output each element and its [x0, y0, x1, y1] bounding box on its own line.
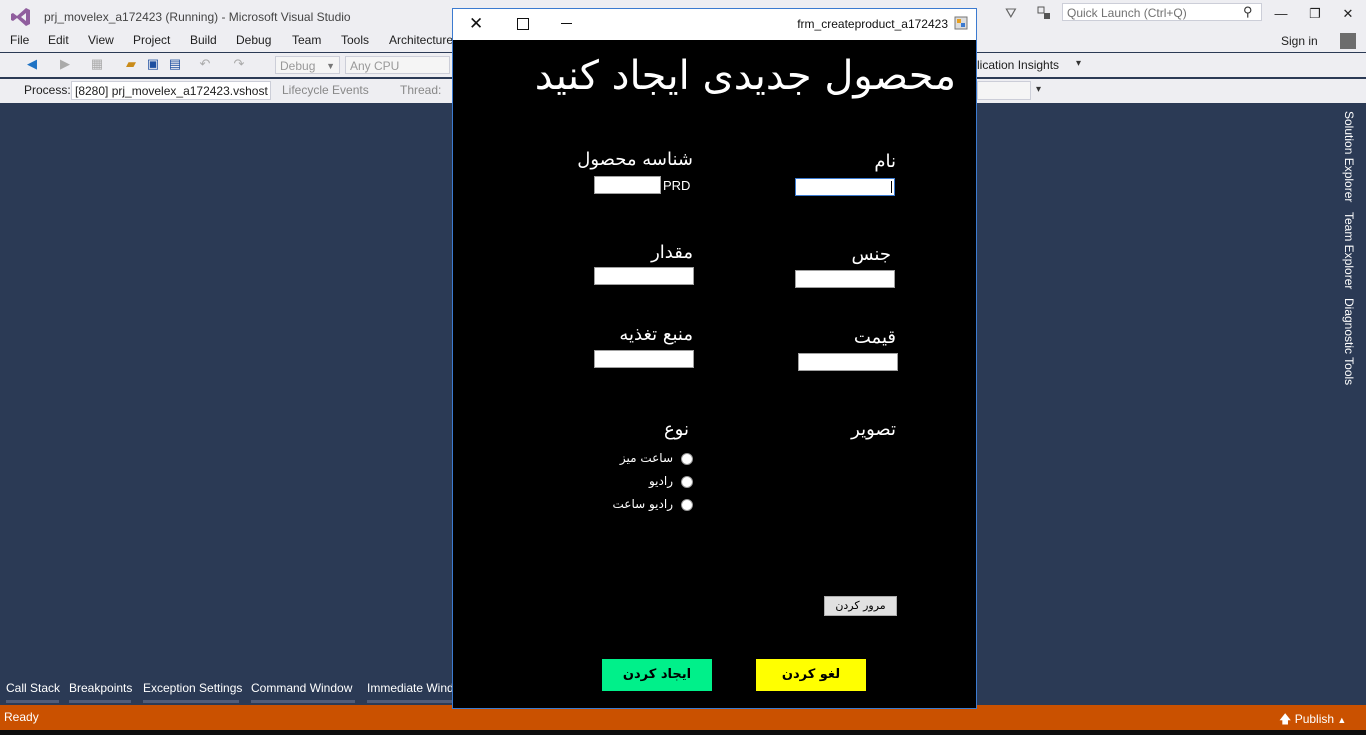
window-title: prj_movelex_a172423 (Running) - Microsof…	[44, 10, 351, 24]
radio-label: رادیو ساعت	[612, 497, 673, 511]
name-label: نام	[874, 151, 896, 172]
tab-underline	[367, 700, 457, 703]
image-label: تصویر	[851, 419, 896, 440]
caret-up-icon: ▲	[1337, 715, 1347, 725]
radio-label: ساعت میز	[619, 451, 673, 465]
tab-exception-settings[interactable]: Exception Settings	[143, 681, 242, 695]
sign-in-link[interactable]: Sign in	[1281, 34, 1318, 48]
process-label: Process:	[24, 83, 71, 97]
minimize-window-icon[interactable]: —	[1269, 6, 1293, 21]
menu-architecture[interactable]: Architecture	[389, 33, 453, 47]
tab-underline	[6, 700, 59, 703]
publish-label: Publish	[1294, 712, 1335, 726]
application-insights-button[interactable]: lication Insights	[977, 58, 1059, 72]
product-id-input[interactable]	[594, 176, 661, 194]
price-label: قیمت	[853, 327, 896, 348]
tab-underline	[69, 700, 131, 703]
radio-button[interactable]	[681, 499, 693, 511]
taskbar-strip	[0, 730, 1366, 735]
open-file-icon[interactable]: ▰	[124, 57, 138, 71]
text-caret	[891, 181, 892, 193]
quantity-input[interactable]	[594, 267, 694, 285]
save-all-icon[interactable]: ▤	[168, 57, 182, 71]
maximize-icon[interactable]	[517, 18, 529, 30]
tab-underline	[251, 700, 355, 703]
solution-platform-select[interactable]: Any CPU	[345, 56, 450, 74]
create-button[interactable]: ایجاد کردن	[602, 659, 712, 691]
menu-team[interactable]: Team	[292, 33, 321, 47]
thread-label: Thread:	[400, 83, 442, 97]
radio-button[interactable]	[681, 476, 693, 488]
tab-underline	[143, 700, 239, 703]
tab-command-window[interactable]: Command Window	[251, 681, 352, 695]
arrow-up-icon: 🡅	[1279, 712, 1292, 726]
tab-immediate-window[interactable]: Immediate Wind	[367, 681, 454, 695]
menu-tools[interactable]: Tools	[341, 33, 369, 47]
toolbar-overflow-icon[interactable]: ▾	[1036, 84, 1041, 95]
radio-button[interactable]	[681, 453, 693, 465]
radio-clock-radio[interactable]: رادیو ساعت	[603, 497, 693, 513]
menu-project[interactable]: Project	[133, 33, 170, 47]
stack-frame-select[interactable]	[977, 81, 1031, 100]
platform-value: Any CPU	[350, 59, 400, 73]
tab-diagnostic-tools[interactable]: Diagnostic Tools	[1342, 298, 1356, 385]
product-id-label: شناسه محصول	[577, 149, 693, 170]
new-project-icon[interactable]: ▦	[90, 57, 104, 71]
navigate-back-icon[interactable]: ◀	[25, 57, 39, 71]
product-id-prefix: PRD	[663, 178, 691, 193]
bottom-tool-tabs: Call Stack Breakpoints Exception Setting…	[0, 676, 460, 704]
type-label: نوع	[663, 419, 689, 440]
solution-configuration-select[interactable]: Debug ▼	[275, 56, 340, 74]
menu-view[interactable]: View	[88, 33, 114, 47]
navigate-forward-icon[interactable]: ▶	[58, 57, 72, 71]
form-heading: محصول جدیدی ایجاد کنید	[534, 53, 956, 99]
tab-breakpoints[interactable]: Breakpoints	[69, 681, 132, 695]
radio-label: رادیو	[648, 474, 673, 488]
tab-team-explorer[interactable]: Team Explorer	[1342, 212, 1356, 289]
power-source-label: منبع تغذیه	[619, 324, 693, 345]
configuration-value: Debug	[280, 59, 316, 73]
undo-icon[interactable]: ↶	[198, 57, 212, 71]
cancel-button[interactable]: لغو کردن	[756, 659, 866, 691]
gender-label: جنس	[851, 244, 891, 265]
close-window-icon[interactable]: ✕	[1336, 6, 1360, 22]
create-product-dialog: ✕ frm_createproduct_a172423 محصول جدیدی …	[452, 8, 977, 709]
close-icon[interactable]: ✕	[469, 14, 483, 34]
menu-edit[interactable]: Edit	[48, 33, 69, 47]
restore-window-icon[interactable]: ❐	[1303, 6, 1327, 22]
menu-file[interactable]: File	[10, 33, 29, 47]
browse-button[interactable]: مرور کردن	[824, 596, 897, 616]
tab-call-stack[interactable]: Call Stack	[6, 681, 60, 695]
chevron-down-icon: ▼	[326, 61, 335, 71]
publish-button[interactable]: 🡅 Publish ▲	[1279, 710, 1346, 731]
notifications-icon[interactable]	[1036, 5, 1052, 21]
process-select[interactable]: [8280] prj_movelex_a172423.vshost	[71, 81, 271, 100]
filter-icon[interactable]: ⛛	[1005, 5, 1017, 22]
minimize-icon[interactable]	[561, 23, 572, 24]
lifecycle-events-button[interactable]: Lifecycle Events	[282, 83, 369, 97]
search-icon[interactable]: ⚲	[1243, 4, 1253, 20]
menu-build[interactable]: Build	[190, 33, 217, 47]
radio-radio[interactable]: رادیو	[603, 474, 693, 490]
quantity-label: مقدار	[651, 242, 693, 263]
visual-studio-logo-icon	[11, 8, 30, 26]
account-icon[interactable]	[1340, 33, 1356, 49]
tab-solution-explorer[interactable]: Solution Explorer	[1342, 111, 1356, 202]
price-input[interactable]	[798, 353, 898, 371]
dialog-title: frm_createproduct_a172423	[797, 17, 948, 31]
power-source-input[interactable]	[594, 350, 694, 368]
toolbar-overflow-icon[interactable]: ▾	[1076, 58, 1081, 69]
quick-launch-input[interactable]: Quick Launch (Ctrl+Q)	[1062, 3, 1262, 21]
gender-input[interactable]	[795, 270, 895, 288]
image-preview	[753, 449, 898, 589]
dialog-titlebar: ✕ frm_createproduct_a172423	[453, 9, 976, 40]
radio-desk-clock[interactable]: ساعت میز	[603, 451, 693, 467]
status-text: Ready	[4, 710, 39, 724]
menu-debug[interactable]: Debug	[236, 33, 271, 47]
name-input[interactable]	[795, 178, 895, 196]
redo-icon[interactable]: ↷	[232, 57, 246, 71]
save-icon[interactable]: ▣	[146, 57, 160, 71]
form-icon	[954, 16, 968, 30]
